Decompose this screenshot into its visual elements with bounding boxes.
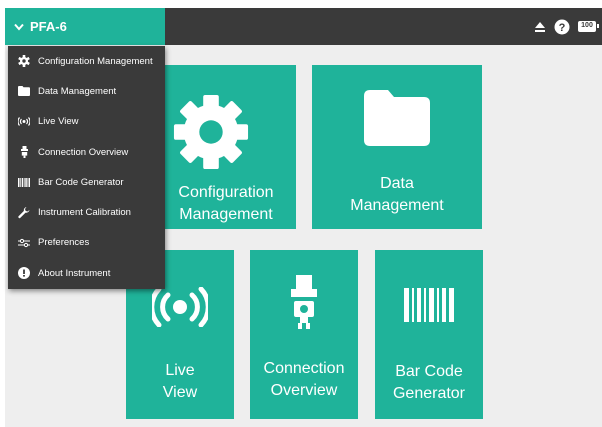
tile-label-line: Connection [263, 360, 345, 377]
gear-icon [172, 93, 250, 176]
tile-label-line: View [162, 384, 198, 401]
tile-label-line: Configuration [178, 184, 274, 201]
tile-label: Data Management [350, 173, 443, 217]
menu-item-label: Instrument Calibration [38, 207, 131, 219]
menu-item-label: Preferences [38, 237, 90, 249]
alert-icon [18, 267, 30, 280]
tile-connection-overview[interactable]: Connection Overview [250, 250, 358, 419]
chevron-down-icon [14, 23, 24, 31]
eject-icon[interactable] [534, 21, 546, 33]
sliders-icon [18, 237, 30, 249]
toolbar-status-area: ? 100 [534, 8, 599, 45]
broadcast-icon [149, 286, 211, 332]
tile-label: Connection Overview [264, 358, 345, 402]
battery-icon: 100 [578, 21, 599, 32]
tile-label-line: Overview [270, 382, 338, 399]
barcode-icon [18, 176, 30, 188]
menu-item-configuration-management[interactable]: Configuration Management [8, 46, 165, 76]
tile-label-line: Management [350, 197, 444, 214]
tile-label-line: Management [179, 206, 273, 223]
device-selector[interactable]: PFA-6 [5, 8, 165, 45]
folder-icon [364, 90, 430, 151]
tile-bar-code-generator[interactable]: Bar Code Generator [375, 250, 483, 419]
tile-label-line: Bar Code [395, 363, 463, 380]
svg-text:?: ? [559, 22, 566, 34]
menu-item-label: Configuration Management [38, 55, 153, 67]
device-name: PFA-6 [30, 19, 67, 34]
barcode-icon [404, 288, 454, 327]
help-icon[interactable]: ? [554, 19, 570, 35]
tile-label: Configuration Management [148, 182, 273, 226]
tile-data-management[interactable]: Data Management [312, 65, 482, 229]
menu-item-bar-code-generator[interactable]: Bar Code Generator [8, 167, 165, 197]
menu-item-live-view[interactable]: Live View [8, 107, 165, 137]
tile-label-line: Live [165, 362, 195, 379]
tile-label-line: Data [380, 175, 414, 192]
tile-label: Live View [163, 360, 197, 404]
menu-item-label: Connection Overview [38, 146, 129, 158]
menu-item-preferences[interactable]: Preferences [8, 228, 165, 258]
menu-item-data-management[interactable]: Data Management [8, 76, 165, 106]
gear-icon [18, 55, 30, 68]
menu-item-label: Bar Code Generator [38, 176, 124, 188]
broadcast-icon [18, 116, 30, 128]
tile-label-line: Generator [392, 385, 466, 402]
menu-item-label: About Instrument [38, 267, 111, 279]
tile-label: Bar Code Generator [393, 361, 465, 405]
navigation-menu: Configuration Management Data Management… [8, 46, 165, 289]
folder-icon [18, 85, 30, 97]
menu-item-connection-overview[interactable]: Connection Overview [8, 137, 165, 167]
wrench-icon [18, 206, 30, 219]
menu-item-label: Data Management [38, 85, 117, 97]
menu-item-instrument-calibration[interactable]: Instrument Calibration [8, 197, 165, 227]
plug-icon [291, 275, 317, 334]
menu-item-label: Live View [38, 116, 79, 128]
menu-item-about-instrument[interactable]: About Instrument [8, 258, 165, 288]
plug-icon [18, 146, 30, 159]
